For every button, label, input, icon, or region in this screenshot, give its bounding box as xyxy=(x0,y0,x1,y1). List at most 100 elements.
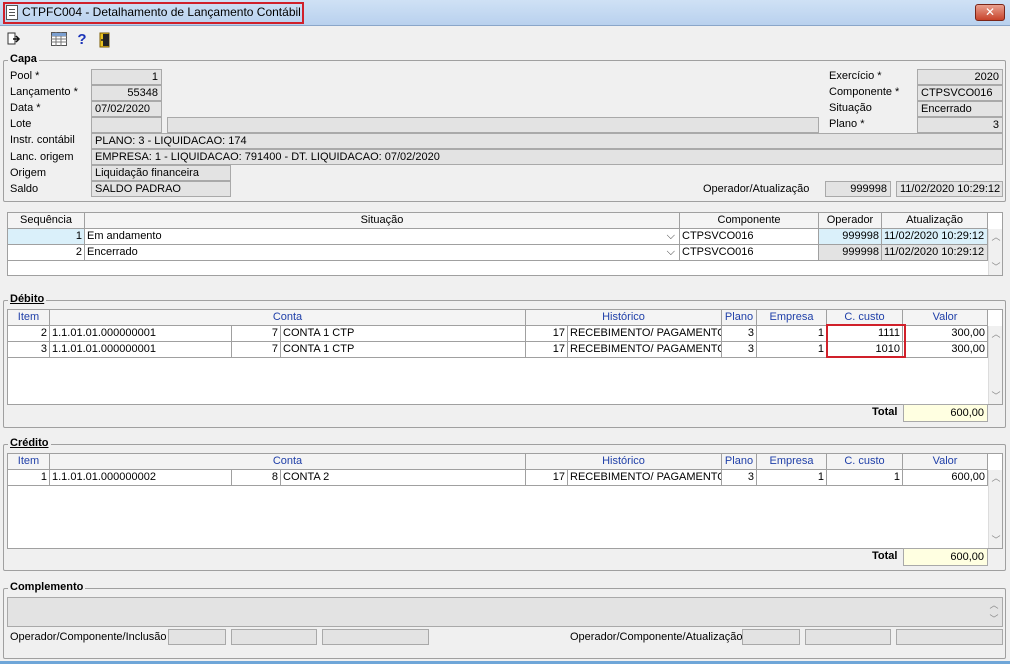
table-row-historico-descricao[interactable]: RECEBIMENTO/ PAGAMENTO xyxy=(568,470,722,486)
atualizacao-componente-field xyxy=(805,629,891,645)
debito-scrollbar[interactable]: ︿ ﹀ xyxy=(988,326,1002,404)
complemento-textarea[interactable] xyxy=(7,597,1003,627)
close-button[interactable]: ✕ xyxy=(975,4,1005,21)
col-plano[interactable]: Plano xyxy=(722,310,757,326)
col-item[interactable]: Item xyxy=(8,454,50,470)
inclusao-label: Operador/Componente/Inclusão xyxy=(10,631,167,643)
col-plano[interactable]: Plano xyxy=(722,454,757,470)
inclusao-data-field xyxy=(322,629,429,645)
col-conta[interactable]: Conta xyxy=(50,454,526,470)
table-row-seq[interactable]: 1 xyxy=(8,229,85,245)
scroll-up-icon[interactable]: ︿ xyxy=(990,231,1002,243)
col-valor[interactable]: Valor xyxy=(903,310,988,326)
data-field[interactable]: 07/02/2020 xyxy=(91,101,162,117)
col-componente[interactable]: Componente xyxy=(680,213,819,229)
credito-title: Crédito xyxy=(8,437,51,449)
ccusto-highlight-box xyxy=(826,324,906,358)
table-row-conta-numero[interactable]: 7 xyxy=(232,326,281,342)
table-row-historico-descricao[interactable]: RECEBIMENTO/ PAGAMENTO xyxy=(568,342,722,358)
scroll-down-icon[interactable]: ﹀ xyxy=(990,534,1002,546)
table-row-componente[interactable]: CTPSVCO016 xyxy=(680,245,819,261)
col-atualizacao[interactable]: Atualização xyxy=(882,213,988,229)
table-row-historico-descricao[interactable]: RECEBIMENTO/ PAGAMENTO xyxy=(568,326,722,342)
table-row-conta-codigo[interactable]: 1.1.01.01.000000001 xyxy=(50,326,232,342)
table-row-conta-descricao[interactable]: CONTA 1 CTP xyxy=(281,342,526,358)
instr-contabil-field: PLANO: 3 - LIQUIDACAO: 174 xyxy=(91,133,1003,149)
toolbar xyxy=(0,26,1010,52)
exercicio-field[interactable]: 2020 xyxy=(917,69,1003,85)
lancamento-field[interactable]: 55348 xyxy=(91,85,162,101)
chevron-down-icon[interactable]: ⌵ xyxy=(667,229,675,244)
componente-field[interactable]: CTPSVCO016 xyxy=(917,85,1003,101)
col-ccusto[interactable]: C. custo xyxy=(827,454,903,470)
table-row-ccusto[interactable]: 1 xyxy=(827,470,903,486)
debito-total-field: 600,00 xyxy=(903,404,988,422)
table-row-historico-numero[interactable]: 17 xyxy=(526,342,568,358)
table-row-valor[interactable]: 300,00 xyxy=(903,342,988,358)
scroll-down-icon[interactable]: ﹀ xyxy=(988,613,1000,625)
table-row-empresa[interactable]: 1 xyxy=(757,342,827,358)
table-row-item[interactable]: 3 xyxy=(8,342,50,358)
table-row-item[interactable]: 1 xyxy=(8,470,50,486)
table-row-historico-numero[interactable]: 17 xyxy=(526,470,568,486)
table-row-plano[interactable]: 3 xyxy=(722,342,757,358)
table-row-valor[interactable]: 600,00 xyxy=(903,470,988,486)
situacao-scrollbar[interactable]: ︿ ﹀ xyxy=(988,229,1002,275)
table-row-seq[interactable]: 2 xyxy=(8,245,85,261)
col-conta[interactable]: Conta xyxy=(50,310,526,326)
table-row-situacao[interactable]: Encerrado ⌵ xyxy=(85,245,680,261)
table-row-operador[interactable]: 999998 xyxy=(819,245,882,261)
grid-icon[interactable] xyxy=(51,32,67,48)
credito-total-field: 600,00 xyxy=(903,548,988,566)
scroll-up-icon[interactable]: ︿ xyxy=(990,472,1002,484)
chevron-down-icon[interactable]: ⌵ xyxy=(667,245,675,260)
table-row-atualizacao[interactable]: 11/02/2020 10:29:12 xyxy=(882,245,988,261)
col-historico[interactable]: Histórico xyxy=(526,310,722,326)
table-row-empresa[interactable]: 1 xyxy=(757,326,827,342)
table-row-conta-codigo[interactable]: 1.1.01.01.000000001 xyxy=(50,342,232,358)
help-icon[interactable]: ? xyxy=(74,32,90,48)
table-row-empresa[interactable]: 1 xyxy=(757,470,827,486)
table-row-componente[interactable]: CTPSVCO016 xyxy=(680,229,819,245)
col-empresa[interactable]: Empresa xyxy=(757,310,827,326)
pool-label: Pool * xyxy=(10,70,40,82)
table-row-conta-codigo[interactable]: 1.1.01.01.000000002 xyxy=(50,470,232,486)
atualizacao-footer-label: Operador/Componente/Atualização xyxy=(570,631,743,643)
door-icon[interactable] xyxy=(97,32,113,48)
col-valor[interactable]: Valor xyxy=(903,454,988,470)
col-empresa[interactable]: Empresa xyxy=(757,454,827,470)
lote-field[interactable] xyxy=(91,117,162,133)
table-row-atualizacao[interactable]: 11/02/2020 10:29:12 xyxy=(882,229,988,245)
table-row-conta-numero[interactable]: 8 xyxy=(232,470,281,486)
col-sequencia[interactable]: Sequência xyxy=(8,213,85,229)
table-row-conta-descricao[interactable]: CONTA 2 xyxy=(281,470,526,486)
scroll-up-icon[interactable]: ︿ xyxy=(988,599,1000,611)
inclusao-componente-field xyxy=(231,629,317,645)
scroll-up-icon[interactable]: ︿ xyxy=(990,328,1002,340)
table-row-valor[interactable]: 300,00 xyxy=(903,326,988,342)
table-row-conta-descricao[interactable]: CONTA 1 CTP xyxy=(281,326,526,342)
origem-label: Origem xyxy=(10,167,47,179)
operador-field: 999998 xyxy=(825,181,891,197)
table-row-plano[interactable]: 3 xyxy=(722,470,757,486)
table-row-historico-numero[interactable]: 17 xyxy=(526,326,568,342)
pool-field[interactable]: 1 xyxy=(91,69,162,85)
plano-label: Plano * xyxy=(829,118,865,130)
situacao-value: Encerrado xyxy=(87,246,138,258)
col-operador[interactable]: Operador xyxy=(819,213,882,229)
plano-field[interactable]: 3 xyxy=(917,117,1003,133)
col-item[interactable]: Item xyxy=(8,310,50,326)
debito-title: Débito xyxy=(8,293,47,305)
scroll-down-icon[interactable]: ﹀ xyxy=(990,261,1002,273)
situacao-value: Em andamento xyxy=(87,230,162,242)
table-row-situacao[interactable]: Em andamento ⌵ xyxy=(85,229,680,245)
credito-scrollbar[interactable]: ︿ ﹀ xyxy=(988,470,1002,548)
table-row-operador[interactable]: 999998 xyxy=(819,229,882,245)
col-historico[interactable]: Histórico xyxy=(526,454,722,470)
scroll-down-icon[interactable]: ﹀ xyxy=(990,390,1002,402)
table-row-conta-numero[interactable]: 7 xyxy=(232,342,281,358)
table-row-plano[interactable]: 3 xyxy=(722,326,757,342)
table-row-item[interactable]: 2 xyxy=(8,326,50,342)
exit-icon[interactable] xyxy=(6,32,22,48)
col-situacao[interactable]: Situação xyxy=(85,213,680,229)
